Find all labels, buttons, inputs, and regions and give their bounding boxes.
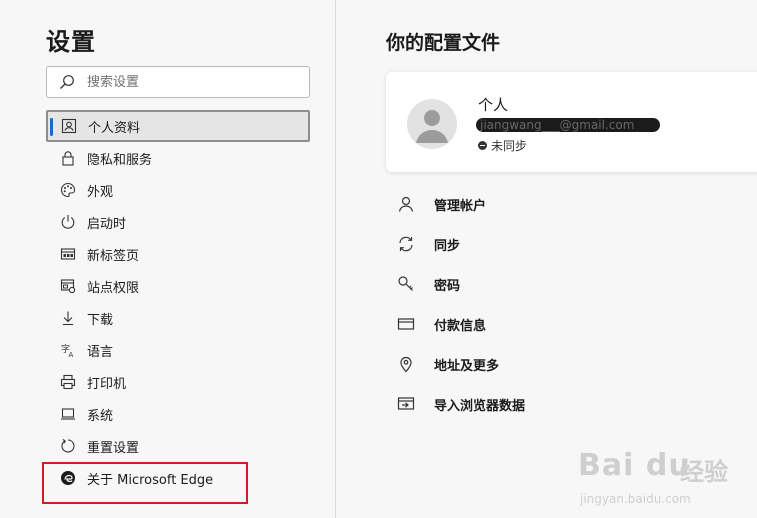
sidebar-item-label: 启动时 bbox=[87, 216, 127, 232]
sidebar-item-reset[interactable]: 重置设置 bbox=[46, 430, 310, 462]
palette-icon bbox=[59, 181, 77, 199]
reset-icon bbox=[59, 437, 77, 455]
sidebar-item-languages[interactable]: 字A 语言 bbox=[46, 334, 310, 366]
menu-item-label: 密码 bbox=[434, 278, 461, 294]
sync-icon bbox=[396, 234, 416, 254]
sidebar-item-label: 隐私和服务 bbox=[87, 152, 153, 168]
printer-icon bbox=[59, 373, 77, 391]
lock-icon bbox=[59, 149, 77, 167]
download-icon bbox=[59, 309, 77, 327]
sidebar-item-startup[interactable]: 启动时 bbox=[46, 206, 310, 238]
search-input[interactable] bbox=[87, 74, 297, 90]
menu-item-label: 地址及更多 bbox=[434, 358, 500, 374]
menu-item-label: 同步 bbox=[434, 238, 461, 254]
import-icon bbox=[396, 394, 416, 414]
sidebar-item-label: 重置设置 bbox=[87, 440, 140, 456]
power-icon bbox=[59, 213, 77, 231]
sidebar-item-label: 新标签页 bbox=[87, 248, 140, 264]
key-icon bbox=[396, 274, 416, 294]
settings-title: 设置 bbox=[46, 28, 96, 56]
import-data-item[interactable]: 导入浏览器数据 bbox=[396, 384, 525, 424]
sidebar-item-printers[interactable]: 打印机 bbox=[46, 366, 310, 398]
sidebar-item-system[interactable]: 系统 bbox=[46, 398, 310, 430]
profile-menu: 管理帐户 同步 密码 付款信息 地址及更多 导入浏览器数据 bbox=[396, 184, 525, 424]
sidebar-item-downloads[interactable]: 下载 bbox=[46, 302, 310, 334]
watermark-brand: Bai du bbox=[578, 448, 691, 483]
sidebar-item-site-permissions[interactable]: 站点权限 bbox=[46, 270, 310, 302]
manage-account-item[interactable]: 管理帐户 bbox=[396, 184, 525, 224]
system-icon bbox=[59, 405, 77, 423]
passwords-item[interactable]: 密码 bbox=[396, 264, 525, 304]
sidebar-item-label: 个人资料 bbox=[88, 120, 141, 136]
payment-info-item[interactable]: 付款信息 bbox=[396, 304, 525, 344]
profile-email: jiangwang___@gmail.com bbox=[476, 118, 660, 132]
language-icon: 字A bbox=[59, 341, 77, 359]
profile-panel: 你的配置文件 个人 jiangwang___@gmail.com 未同步 管理帐… bbox=[337, 0, 757, 518]
sidebar-item-label: 打印机 bbox=[87, 376, 127, 392]
profile-name: 个人 bbox=[478, 96, 509, 114]
sidebar-item-new-tab[interactable]: 新标签页 bbox=[46, 238, 310, 270]
watermark: Bai du 经验 jingyan.baidu.com bbox=[578, 448, 748, 510]
sidebar-item-label: 语言 bbox=[87, 344, 114, 360]
card-icon bbox=[396, 314, 416, 334]
watermark-url: jingyan.baidu.com bbox=[580, 492, 691, 506]
sync-item[interactable]: 同步 bbox=[396, 224, 525, 264]
person-icon bbox=[396, 194, 416, 214]
sidebar-item-label: 站点权限 bbox=[87, 280, 140, 296]
site-permissions-icon bbox=[59, 277, 77, 295]
location-icon bbox=[396, 354, 416, 374]
sidebar-item-privacy[interactable]: 隐私和服务 bbox=[46, 142, 310, 174]
sidebar-item-profile[interactable]: 个人资料 bbox=[46, 110, 310, 142]
sync-status: 未同步 bbox=[478, 137, 527, 154]
menu-item-label: 导入浏览器数据 bbox=[434, 398, 526, 414]
search-icon bbox=[57, 72, 77, 92]
new-tab-icon bbox=[59, 245, 77, 263]
addresses-item[interactable]: 地址及更多 bbox=[396, 344, 525, 384]
search-box[interactable] bbox=[46, 66, 310, 98]
sync-off-icon bbox=[478, 141, 487, 150]
page-title: 你的配置文件 bbox=[386, 32, 501, 54]
highlight-box bbox=[42, 462, 248, 504]
avatar[interactable] bbox=[407, 99, 457, 149]
profile-card[interactable]: 个人 jiangwang___@gmail.com 未同步 bbox=[386, 72, 757, 172]
sidebar-nav: 个人资料 隐私和服务 外观 启动时 新标签页 站点权限 下载 字 A 语言 打印… bbox=[46, 110, 310, 494]
sidebar-item-label: 下载 bbox=[87, 312, 114, 328]
menu-item-label: 付款信息 bbox=[434, 318, 487, 334]
sidebar-item-label: 系统 bbox=[87, 408, 114, 424]
sidebar-item-appearance[interactable]: 外观 bbox=[46, 174, 310, 206]
profile-icon bbox=[60, 117, 78, 135]
menu-item-label: 管理帐户 bbox=[434, 198, 487, 214]
sidebar-item-label: 外观 bbox=[87, 184, 114, 200]
watermark-cn: 经验 bbox=[680, 458, 728, 486]
settings-sidebar: 设置 个人资料 隐私和服务 外观 bbox=[0, 0, 336, 518]
svg-text:A: A bbox=[69, 351, 74, 358]
